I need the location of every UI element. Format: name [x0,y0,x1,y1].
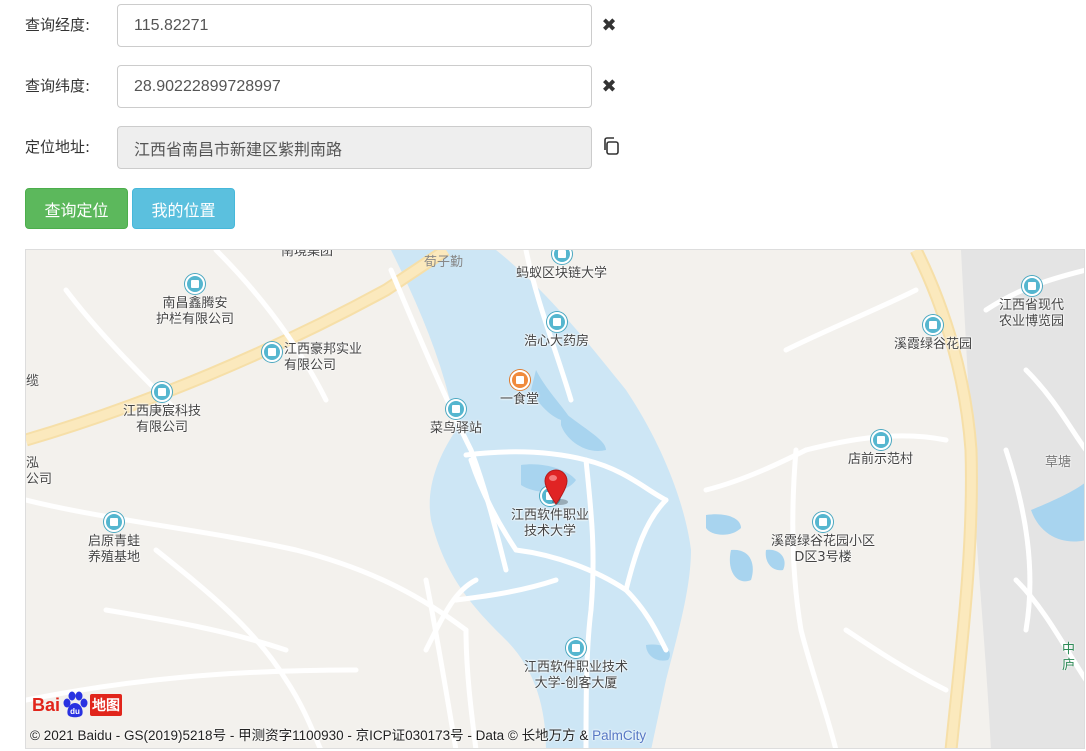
poi-xinteng-an[interactable]: 南昌鑫腾安 护栏有限公司 [156,274,234,328]
poi-label: 南昌鑫腾安 护栏有限公司 [156,296,235,327]
poi-cainiao-station[interactable]: 菜鸟驿站 [430,399,482,437]
building-icon [152,382,172,402]
poi-gengchen-tech[interactable]: 江西庚宸科技 有限公司 [123,382,201,436]
pharmacy-icon [546,312,567,332]
poi-canteen[interactable]: 一食堂 [500,370,539,408]
poi-label: 江西软件职业 技术大学 [511,508,590,539]
poi-label: 江西省现代 农业博览园 [999,298,1065,329]
poi-xixia-d3-building[interactable]: 溪霞绿谷花园小区 D区3号楼 [771,512,875,566]
poi-label: 溪霞绿谷花园 [894,337,973,352]
longitude-label: 查询经度: [25,16,91,34]
baidu-paw-icon: du [63,691,88,718]
clear-longitude-icon[interactable]: ✖ [600,15,618,36]
address-row: 定位地址: [0,126,1086,170]
poi-label: 菜鸟驿站 [430,421,483,436]
svg-text:du: du [70,707,80,716]
edge-label: 中 庐 [1062,642,1076,673]
location-marker-icon[interactable] [543,469,569,505]
poi-nanjing-group[interactable]: 南境集团 [281,249,334,260]
clear-latitude-icon[interactable]: ✖ [600,76,618,97]
poi-label: 江西豪邦实业 有限公司 [284,342,363,373]
poi-label: 浩心大药房 [524,334,590,349]
poi-label: 溪霞绿谷花园小区 D区3号楼 [771,534,876,565]
building-icon [923,315,943,335]
poi-ant-blockchain-university[interactable]: 蚂蚁区块链大学 [516,250,608,282]
poi-modern-agriculture-park[interactable]: 江西省现代 农业博览园 [999,276,1064,330]
address-field[interactable] [117,126,592,169]
palmcity-link[interactable]: PalmCity [592,728,646,743]
building-icon [566,638,586,658]
building-icon [262,342,282,362]
building-icon [551,250,572,264]
map-copyright: © 2021 Baidu - GS(2019)5218号 - 甲测资字11009… [30,724,646,744]
copyright-text: © 2021 Baidu - GS(2019)5218号 - 甲测资字11009… [30,728,593,743]
edge-label: 草塘 [1045,455,1072,470]
food-icon [509,370,530,390]
building-icon [813,512,833,532]
map-view[interactable]: 南境集团 蚂蚁区块链大学 南昌鑫腾安 护栏有限公司 江西豪邦实业 有限公司 浩心… [25,249,1085,749]
poi-qiyuan-frog-farm[interactable]: 启原青蛙 养殖基地 [88,512,140,566]
address-label: 定位地址: [25,138,91,156]
poi-label: 一食堂 [500,392,540,407]
road-label: 荀子勤 [424,255,464,270]
baidu-map-logo: Bai du 地图 [32,690,123,720]
query-location-button[interactable]: 查询定位 [25,188,128,229]
poi-dianqian-village[interactable]: 店前示范村 [848,430,913,468]
poi-haoxin-pharmacy[interactable]: 浩心大药房 [524,312,589,350]
longitude-input[interactable] [117,4,592,47]
building-icon [185,274,205,294]
baidu-logo-text: Bai [32,694,61,715]
poi-label: 蚂蚁区块链大学 [516,266,608,281]
longitude-row: 查询经度: ✖ [0,4,1086,48]
poi-label: 启原青蛙 养殖基地 [88,534,141,565]
my-location-button[interactable]: 我的位置 [132,188,235,229]
building-icon [104,512,124,532]
poi-label: 江西软件职业技术 大学-创客大厦 [524,660,629,691]
poi-label: 店前示范村 [848,452,914,467]
building-icon [870,430,891,450]
building-icon [1021,276,1042,296]
latitude-input[interactable] [117,65,592,108]
poi-haobang[interactable]: 江西豪邦实业 有限公司 [262,340,362,374]
latitude-row: 查询纬度: ✖ [0,65,1086,109]
poi-label: 江西庚宸科技 有限公司 [123,404,202,435]
baidu-logo-map-text: 地图 [90,694,123,716]
poi-maker-building[interactable]: 江西软件职业技术 大学-创客大厦 [524,638,628,692]
package-icon [446,399,466,419]
edge-label: 缆 [26,374,40,389]
poi-xixia-green-garden[interactable]: 溪霞绿谷花园 [894,315,972,353]
latitude-label: 查询纬度: [25,77,91,95]
poi-label: 南境集团 [281,249,334,259]
copy-icon[interactable] [601,136,621,156]
edge-label: 泓 公司 [26,456,53,487]
